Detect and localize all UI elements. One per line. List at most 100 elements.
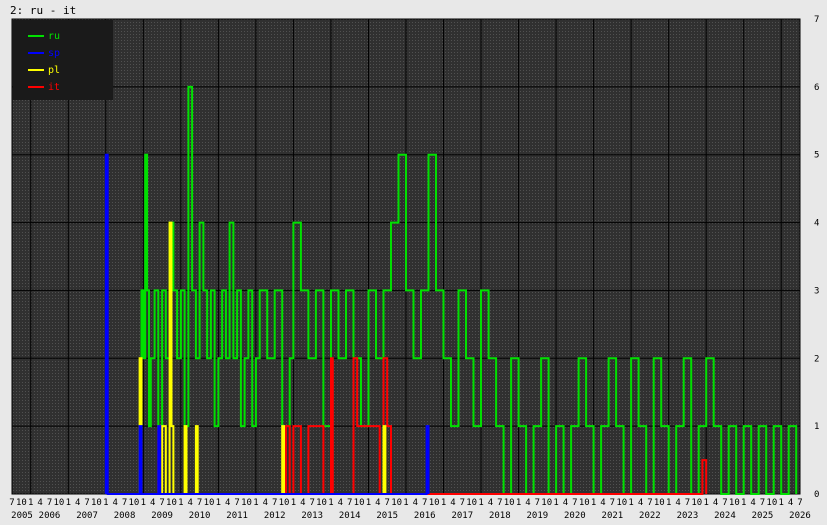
x-year-label: 2010 — [189, 511, 211, 521]
x-tick-label: 10 — [766, 498, 777, 508]
y-tick-label: 6 — [814, 83, 819, 93]
x-year-label: 2009 — [151, 511, 173, 521]
x-tick-label: 7 — [122, 498, 127, 508]
x-tick-label: 7 — [797, 498, 802, 508]
x-tick-label: 1 — [553, 498, 558, 508]
x-tick-label: 4 — [338, 498, 343, 508]
x-tick-label: 7 — [385, 498, 390, 508]
y-tick-label: 3 — [814, 286, 819, 296]
x-tick-label: 10 — [466, 498, 477, 508]
x-tick-label: 10 — [541, 498, 552, 508]
x-tick-label: 4 — [488, 498, 493, 508]
x-tick-label: 1 — [28, 498, 33, 508]
x-tick-label: 4 — [450, 498, 455, 508]
x-tick-label: 7 — [422, 498, 427, 508]
chart: 01234567 7 1020051 4 7 1020061 4 7 1020071 4 7 102… — [9, 15, 819, 521]
x-year-label: 2020 — [564, 511, 586, 521]
x-tick-label: 1 — [628, 498, 633, 508]
x-axis: 7 1020051 4 7 1020061 4 7 1020071 4 7 1020081 4 7 102… — [9, 498, 811, 521]
x-year-label: 2019 — [526, 511, 548, 521]
x-tick-label: 7 — [685, 498, 690, 508]
x-tick-label: 4 — [600, 498, 605, 508]
x-tick-label: 7 — [9, 498, 14, 508]
x-year-label: 2021 — [602, 511, 624, 521]
x-tick-label: 7 — [460, 498, 465, 508]
x-year-label: 2006 — [39, 511, 61, 521]
x-tick-label: 4 — [150, 498, 155, 508]
x-tick-label: 10 — [579, 498, 590, 508]
x-tick-label: 10 — [166, 498, 177, 508]
x-tick-label: 4 — [37, 498, 42, 508]
x-tick-label: 1 — [103, 498, 108, 508]
y-axis: 0 1 2 3 4 5 6 7 — [814, 15, 819, 500]
x-tick-label: 10 — [691, 498, 702, 508]
x-year-label: 2017 — [451, 511, 473, 521]
y-tick-label: 7 — [814, 15, 819, 25]
x-tick-label: 10 — [729, 498, 740, 508]
x-year-label: 2012 — [264, 511, 286, 521]
legend-label-ru: ru — [48, 31, 60, 42]
x-year-label: 2018 — [489, 511, 511, 521]
x-tick-label: 7 — [722, 498, 727, 508]
x-tick-label: 4 — [525, 498, 530, 508]
x-tick-label: 10 — [204, 498, 215, 508]
x-tick-label: 1 — [403, 498, 408, 508]
x-tick-label: 10 — [504, 498, 515, 508]
x-tick-label: 4 — [188, 498, 193, 508]
x-year-label: 2015 — [376, 511, 398, 521]
x-tick-label: 1 — [516, 498, 521, 508]
x-tick-label: 4 — [563, 498, 568, 508]
x-year-label: 2023 — [677, 511, 699, 521]
x-year-label: 2014 — [339, 511, 361, 521]
y-tick-label: 0 — [814, 490, 819, 500]
x-tick-label: 7 — [309, 498, 314, 508]
x-tick-label: 1 — [591, 498, 596, 508]
x-tick-label: 1 — [216, 498, 221, 508]
x-tick-label: 7 — [197, 498, 202, 508]
x-tick-label: 1 — [66, 498, 71, 508]
x-tick-label: 1 — [441, 498, 446, 508]
x-tick-label: 10 — [391, 498, 402, 508]
x-year-label: 2011 — [226, 511, 248, 521]
x-tick-label: 7 — [347, 498, 352, 508]
x-year-label: 2016 — [414, 511, 436, 521]
x-tick-label: 10 — [53, 498, 64, 508]
x-tick-label: 7 — [84, 498, 89, 508]
x-tick-label: 10 — [279, 498, 290, 508]
x-tick-label: 7 — [272, 498, 277, 508]
x-tick-label: 10 — [354, 498, 365, 508]
x-tick-label: 1 — [666, 498, 671, 508]
x-tick-label: 10 — [654, 498, 665, 508]
y-tick-label: 1 — [814, 422, 819, 432]
x-tick-label: 7 — [47, 498, 52, 508]
x-tick-label: 10 — [16, 498, 27, 508]
x-tick-label: 1 — [291, 498, 296, 508]
x-tick-label: 4 — [638, 498, 643, 508]
x-tick-label: 10 — [241, 498, 252, 508]
x-tick-label: 1 — [141, 498, 146, 508]
legend-label-sp: sp — [48, 48, 60, 59]
x-tick-label: 7 — [159, 498, 164, 508]
x-tick-label: 1 — [178, 498, 183, 508]
x-tick-label: 7 — [760, 498, 765, 508]
x-tick-label: 1 — [478, 498, 483, 508]
x-tick-label: 7 — [535, 498, 540, 508]
x-tick-label: 1 — [328, 498, 333, 508]
x-tick-label: 4 — [375, 498, 380, 508]
x-tick-label: 4 — [75, 498, 80, 508]
x-year-label: 2025 — [752, 511, 774, 521]
x-tick-label: 4 — [300, 498, 305, 508]
x-tick-label: 7 — [234, 498, 239, 508]
x-tick-label: 4 — [413, 498, 418, 508]
x-tick-label: 1 — [741, 498, 746, 508]
x-tick-label: 4 — [263, 498, 268, 508]
x-tick-label: 4 — [788, 498, 793, 508]
x-year-label: 2008 — [114, 511, 136, 521]
x-tick-label: 1 — [253, 498, 258, 508]
x-year-label: 2007 — [76, 511, 98, 521]
x-tick-label: 10 — [129, 498, 140, 508]
x-tick-label: 7 — [497, 498, 502, 508]
x-tick-label: 7 — [610, 498, 615, 508]
x-tick-label: 4 — [225, 498, 230, 508]
y-tick-label: 5 — [814, 151, 819, 161]
